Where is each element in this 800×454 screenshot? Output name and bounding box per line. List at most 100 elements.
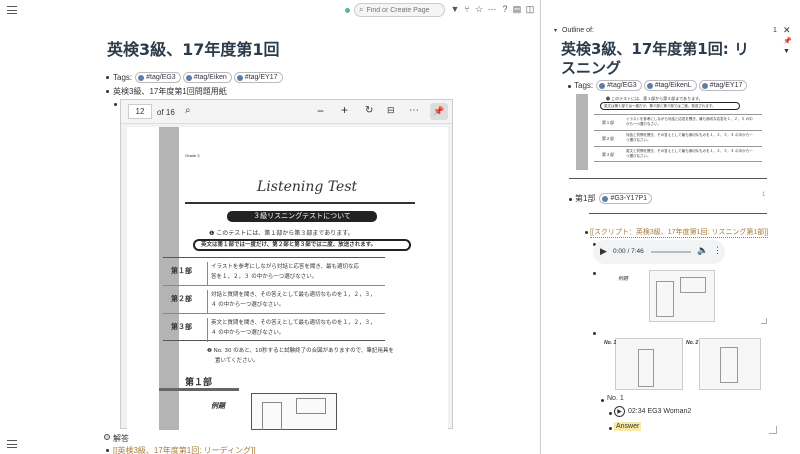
script-link[interactable]: [[スクリプト：英検3級、17年度第1回: リスニング第1部]]: [590, 227, 769, 238]
bullet[interactable]: [593, 272, 596, 275]
tag-ey17[interactable]: #tag/EY17: [698, 80, 748, 91]
bottom-left-toggle[interactable]: [7, 440, 17, 448]
row-text-line: ４ の中から一つ選びなさい。: [211, 330, 285, 336]
pdf-more-icon[interactable]: ⋯: [409, 105, 419, 116]
row-text: イラストを参考にしながら対話と応答を聞き、最も適切な応 答を１，２，３ の中から…: [207, 262, 359, 286]
close-icon[interactable]: ✕: [783, 25, 791, 36]
section-banner: ３級リスニングテストについて: [227, 211, 377, 222]
bullet[interactable]: [585, 231, 588, 234]
pin-icon[interactable]: 📌: [783, 37, 792, 45]
page-total: of 16: [157, 108, 175, 117]
tag-eiken[interactable]: #tag/Eiken: [182, 72, 232, 83]
tag-label: #tag/EG3: [146, 74, 176, 81]
note-2-line: ❷ No. 30 のあと、10秒すると試験終了の合図がありますので、筆記用具を: [207, 348, 394, 354]
bullet[interactable]: [114, 103, 117, 106]
thumb-row-label: 第１部: [602, 120, 614, 125]
volume-icon[interactable]: 🔈: [697, 245, 708, 256]
page-number-input[interactable]: 12: [128, 104, 152, 119]
divider: [569, 178, 767, 179]
sync-status-dot: [345, 8, 350, 13]
row-text-line: ４ の中から一つ選びなさい。: [211, 302, 285, 308]
illustration-detail: [296, 398, 326, 414]
tag-eg3[interactable]: #tag/EG3: [596, 80, 642, 91]
figure-detail: [680, 277, 706, 293]
tag-icon: [185, 74, 192, 81]
pdf-search-icon[interactable]: ⌕: [185, 105, 191, 116]
star-icon[interactable]: ☆: [474, 4, 484, 14]
table-row: 第２部 対話と質問を聞き、その答えとして最も適切なものを１，２，３， ４ の中か…: [163, 285, 385, 314]
part-1-heading: 第１部: [185, 378, 213, 388]
tag-label: #tag/EY17: [709, 82, 743, 89]
answers-label: 解答: [113, 434, 129, 443]
help-icon[interactable]: ?: [500, 4, 510, 14]
resize-corner[interactable]: [769, 426, 777, 434]
search-input[interactable]: [366, 6, 439, 14]
play-icon[interactable]: ▶: [600, 246, 607, 257]
tag-eikenl[interactable]: #tag/EikenL: [643, 80, 697, 91]
tag-label: #tag/Eiken: [193, 74, 227, 81]
filter-icon[interactable]: ▼: [450, 4, 460, 14]
thumb-note-box: 英文は第１部では一度だけ、第２部と第３部では二度、放送されます。: [600, 102, 740, 110]
audio-clip-label: 02:34 EG3 Woman2: [628, 408, 692, 415]
filter-icon[interactable]: ▼: [783, 48, 790, 55]
tag-eg3[interactable]: #tag/EG3: [135, 72, 181, 83]
page-link[interactable]: [[英検3級、17年度第1回: リーディング]]: [113, 445, 256, 454]
pdf-viewer[interactable]: 12 of 16 ⌕ − + ↻ ⊟ ⋯ 📌 Grade 3 Listening…: [120, 99, 453, 430]
table-row: 第１部 イラストを参考にしながら対話と応答を聞き、最も適切な応 答を１，２，３ …: [163, 257, 385, 286]
more-icon[interactable]: ⋯: [487, 4, 497, 14]
zoom-in-icon[interactable]: +: [341, 103, 348, 117]
zoom-out-icon[interactable]: −: [317, 104, 324, 118]
audio-time: 0:00 / 7:46: [613, 248, 644, 255]
thumb-row-text: イラストを参考にしながら対話と応答を聞き、最も適切な応答を１，２，３ の中から一…: [626, 117, 753, 126]
left-sidebar-toggle[interactable]: [7, 6, 17, 14]
bullet[interactable]: [568, 85, 571, 88]
layout-icon[interactable]: ◫: [525, 4, 535, 14]
bullet[interactable]: [601, 399, 604, 402]
audio-progress[interactable]: [651, 251, 691, 253]
audio-play-button[interactable]: ▶: [614, 406, 625, 417]
page-title: 英検3級、17年度第1回: [107, 40, 280, 59]
no2-illustration: No. 2: [686, 338, 761, 390]
audio-more-icon[interactable]: ⋮: [713, 245, 722, 256]
collapse-caret-icon[interactable]: ▾: [554, 27, 557, 34]
pdf-page: Grade 3 Listening Test ３級リスニングテストについて ❶ …: [127, 127, 448, 430]
bullet[interactable]: [106, 76, 109, 79]
example-label: 例題: [211, 401, 225, 410]
outline-header: Outline of:: [562, 27, 594, 34]
row-text-line: イラストを参考にしながら対話と応答を聞き、最も適切な応: [211, 264, 360, 270]
bullet[interactable]: [106, 90, 109, 93]
tag-ey17[interactable]: #tag/EY17: [233, 72, 283, 83]
tag-icon: [646, 82, 653, 89]
answers-toggle[interactable]: [104, 434, 110, 440]
tag-label: #tag/EG3: [607, 82, 637, 89]
bullet[interactable]: [106, 449, 109, 452]
pin-icon[interactable]: 📌: [430, 103, 448, 120]
tag-icon: [599, 82, 606, 89]
audio-player[interactable]: ▶ 0:00 / 7:46 🔈 ⋮: [593, 240, 725, 264]
bullet[interactable]: [593, 332, 596, 335]
block-text: 英検3級、17年度第1回問題用紙: [113, 87, 227, 96]
tag-g3-y17p1[interactable]: #G3-Y17P1: [599, 193, 653, 204]
branch-icon[interactable]: ⑂: [462, 4, 472, 14]
divider: [589, 213, 767, 214]
bullet[interactable]: [609, 412, 612, 415]
side-number: 1: [762, 192, 766, 198]
tag-icon: [602, 195, 609, 202]
resize-handle[interactable]: [761, 318, 767, 324]
answer-badge[interactable]: Answer: [614, 422, 642, 431]
illustration: [251, 393, 337, 430]
table-row: 第３部 英文と質問を聞き、その答えとして最も適切なものを１，２，３， ４ の中か…: [163, 313, 385, 342]
pages-icon[interactable]: ▤: [512, 4, 522, 14]
pdf-thumbnail[interactable]: ❶ このテストには、第１部から第３部まであります。 英文は第１部では一度だけ、第…: [576, 94, 768, 170]
tag-label: #tag/EikenL: [654, 82, 692, 89]
thumb-row-label: 第３部: [602, 152, 614, 157]
fit-width-icon[interactable]: ⊟: [387, 105, 395, 116]
thumb-gray-bar: [576, 94, 588, 170]
rotate-icon[interactable]: ↻: [365, 105, 373, 116]
search-box[interactable]: ⌕: [354, 3, 445, 17]
note-2: ❷ No. 30 のあと、10秒すると試験終了の合図がありますので、筆記用具を …: [207, 346, 394, 366]
bullet[interactable]: [609, 427, 612, 430]
note-2-line: 置いてください。: [215, 358, 259, 364]
bullet[interactable]: [569, 198, 572, 201]
row-label: 第２部: [171, 294, 192, 303]
